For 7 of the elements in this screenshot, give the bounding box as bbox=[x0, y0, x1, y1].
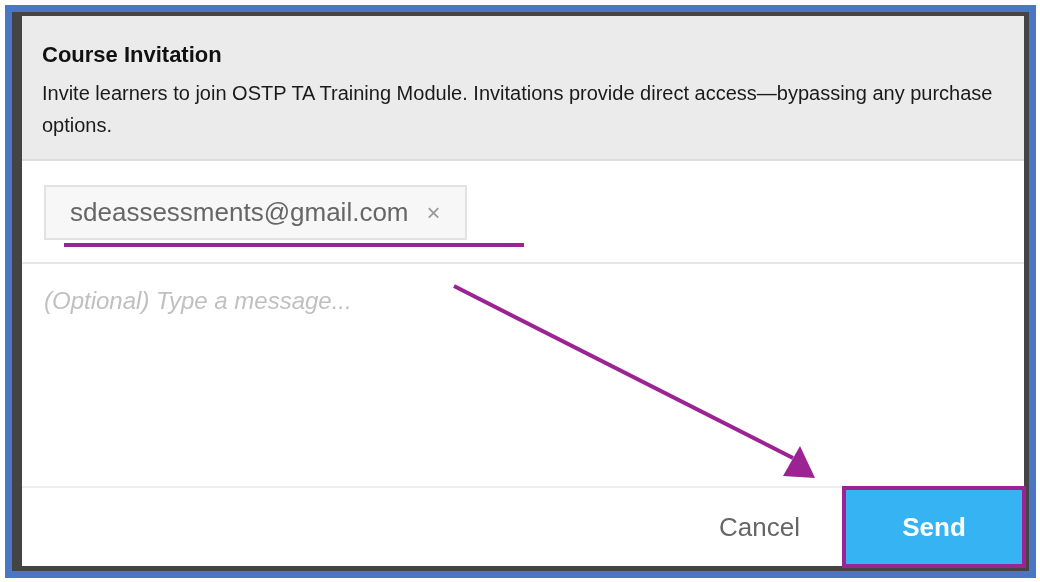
recipient-email: sdeassessments@gmail.com bbox=[70, 196, 409, 229]
remove-icon[interactable]: × bbox=[426, 194, 441, 231]
dialog-title: Course Invitation bbox=[42, 41, 223, 69]
dialog-description: Invite learners to join OSTP TA Training Module. Invitations provide direct access—bypassing any purchase options. bbox=[42, 81, 994, 138]
send-button[interactable]: Send bbox=[842, 486, 1026, 568]
cancel-button[interactable]: Cancel bbox=[713, 488, 806, 566]
message-field[interactable]: (Optional) Type a message... bbox=[42, 282, 1004, 320]
